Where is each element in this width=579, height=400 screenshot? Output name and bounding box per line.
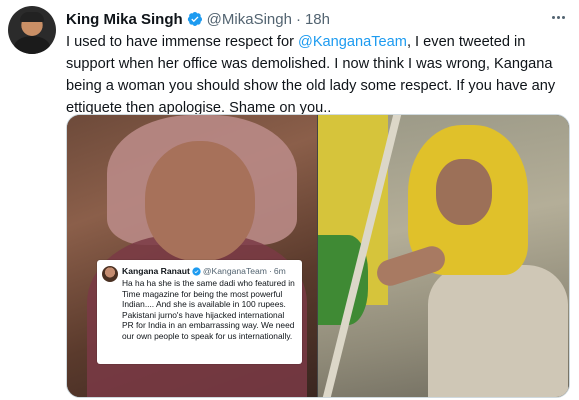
embedded-tweet-header: Kangana Ranaut @KanganaTeam · 6m (122, 266, 286, 276)
embedded-tweet-time: 6m (273, 266, 286, 276)
separator-dot: · (295, 10, 301, 28)
photo-right[interactable] (318, 115, 569, 397)
tweet-text-part-1: I used to have immense respect for (66, 34, 298, 50)
embedded-author-avatar (102, 266, 118, 282)
author-name[interactable]: King Mika Singh (66, 11, 183, 28)
embedded-tweet-card: Kangana Ranaut @KanganaTeam · 6m Ha ha h… (97, 260, 302, 364)
photo-left[interactable]: Kangana Ranaut @KanganaTeam · 6m Ha ha h… (67, 115, 317, 397)
embedded-verified-badge-icon (192, 266, 201, 276)
embedded-author-handle: @KanganaTeam (202, 266, 267, 276)
mention-link[interactable]: @KanganaTeam (298, 34, 407, 50)
tweet-time[interactable]: 18h (305, 11, 330, 28)
author-avatar[interactable] (8, 6, 56, 54)
author-handle[interactable]: @MikaSingh (207, 11, 292, 28)
more-options-icon[interactable] (547, 8, 569, 26)
embedded-separator-dot: · (268, 266, 272, 276)
embedded-author-name: Kangana Ranaut (122, 266, 190, 276)
tweet-header: King Mika Singh @MikaSingh · 18h (66, 9, 330, 29)
photo-face (145, 141, 255, 261)
photo-body (428, 265, 568, 397)
photo-face-right (436, 159, 492, 225)
tweet-media[interactable]: Kangana Ranaut @KanganaTeam · 6m Ha ha h… (66, 114, 570, 398)
embedded-tweet-text: Ha ha ha she is the same dadi who featur… (122, 278, 295, 341)
verified-badge-icon (187, 12, 202, 26)
tweet-text: I used to have immense respect for @Kang… (66, 31, 566, 119)
